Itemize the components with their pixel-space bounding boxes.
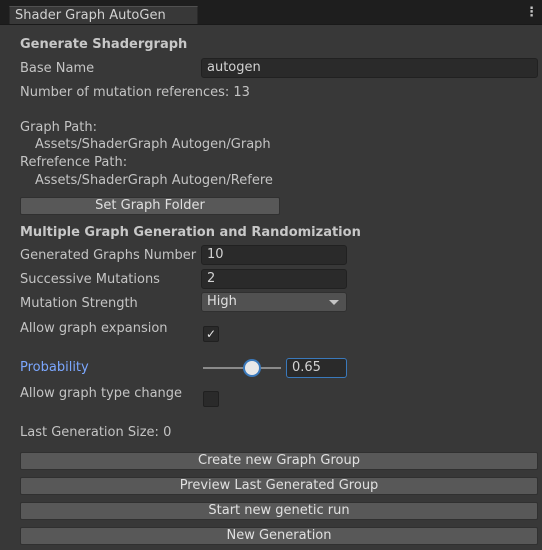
slider-thumb[interactable] — [245, 361, 259, 375]
base-name-input[interactable]: autogen — [201, 58, 538, 78]
type-change-label: Allow graph type change — [20, 386, 183, 401]
multiple-heading: Multiple Graph Generation and Randomizat… — [20, 225, 361, 240]
successive-mutations-input[interactable]: 2 — [201, 269, 347, 289]
type-change-checkbox[interactable] — [203, 391, 219, 407]
graphs-number-label: Generated Graphs Number — [20, 248, 197, 263]
graph-expansion-label: Allow graph expansion — [20, 321, 168, 336]
probability-input[interactable]: 0.65 — [286, 358, 347, 378]
probability-label: Probability — [20, 360, 89, 375]
kebab-menu-icon[interactable]: ⋮ — [525, 5, 538, 21]
preview-group-button[interactable]: Preview Last Generated Group — [20, 477, 538, 495]
chevron-down-icon — [329, 300, 339, 305]
slider-track — [203, 367, 281, 369]
mutation-references-text: Number of mutation references: 13 — [20, 85, 250, 100]
mutation-strength-dropdown[interactable]: High — [201, 292, 347, 312]
generate-heading: Generate Shadergraph — [20, 37, 188, 52]
checkmark-icon: ✓ — [206, 327, 217, 341]
successive-mutations-label: Successive Mutations — [20, 272, 160, 287]
graph-path-value: Assets/ShaderGraph Autogen/Graph — [35, 137, 271, 152]
mutation-strength-value: High — [207, 294, 237, 309]
base-name-label: Base Name — [20, 61, 95, 76]
set-graph-folder-button[interactable]: Set Graph Folder — [20, 197, 280, 215]
new-generation-button[interactable]: New Generation — [20, 527, 538, 545]
reference-path-label: Refrefence Path: — [20, 155, 128, 170]
graph-expansion-checkbox[interactable]: ✓ — [203, 326, 219, 342]
start-genetic-run-button[interactable]: Start new genetic run — [20, 502, 538, 520]
window-titlebar: Shader Graph AutoGen ⋮ — [0, 0, 542, 25]
mutation-strength-label: Mutation Strength — [20, 296, 138, 311]
graph-path-label: Graph Path: — [20, 120, 97, 135]
graphs-number-input[interactable]: 10 — [201, 245, 347, 265]
probability-slider[interactable] — [203, 358, 281, 378]
create-graph-group-button[interactable]: Create new Graph Group — [20, 452, 538, 470]
reference-path-value: Assets/ShaderGraph Autogen/Refere — [35, 173, 273, 188]
window-tab[interactable]: Shader Graph AutoGen — [9, 6, 198, 24]
last-generation-size: Last Generation Size: 0 — [20, 425, 172, 440]
